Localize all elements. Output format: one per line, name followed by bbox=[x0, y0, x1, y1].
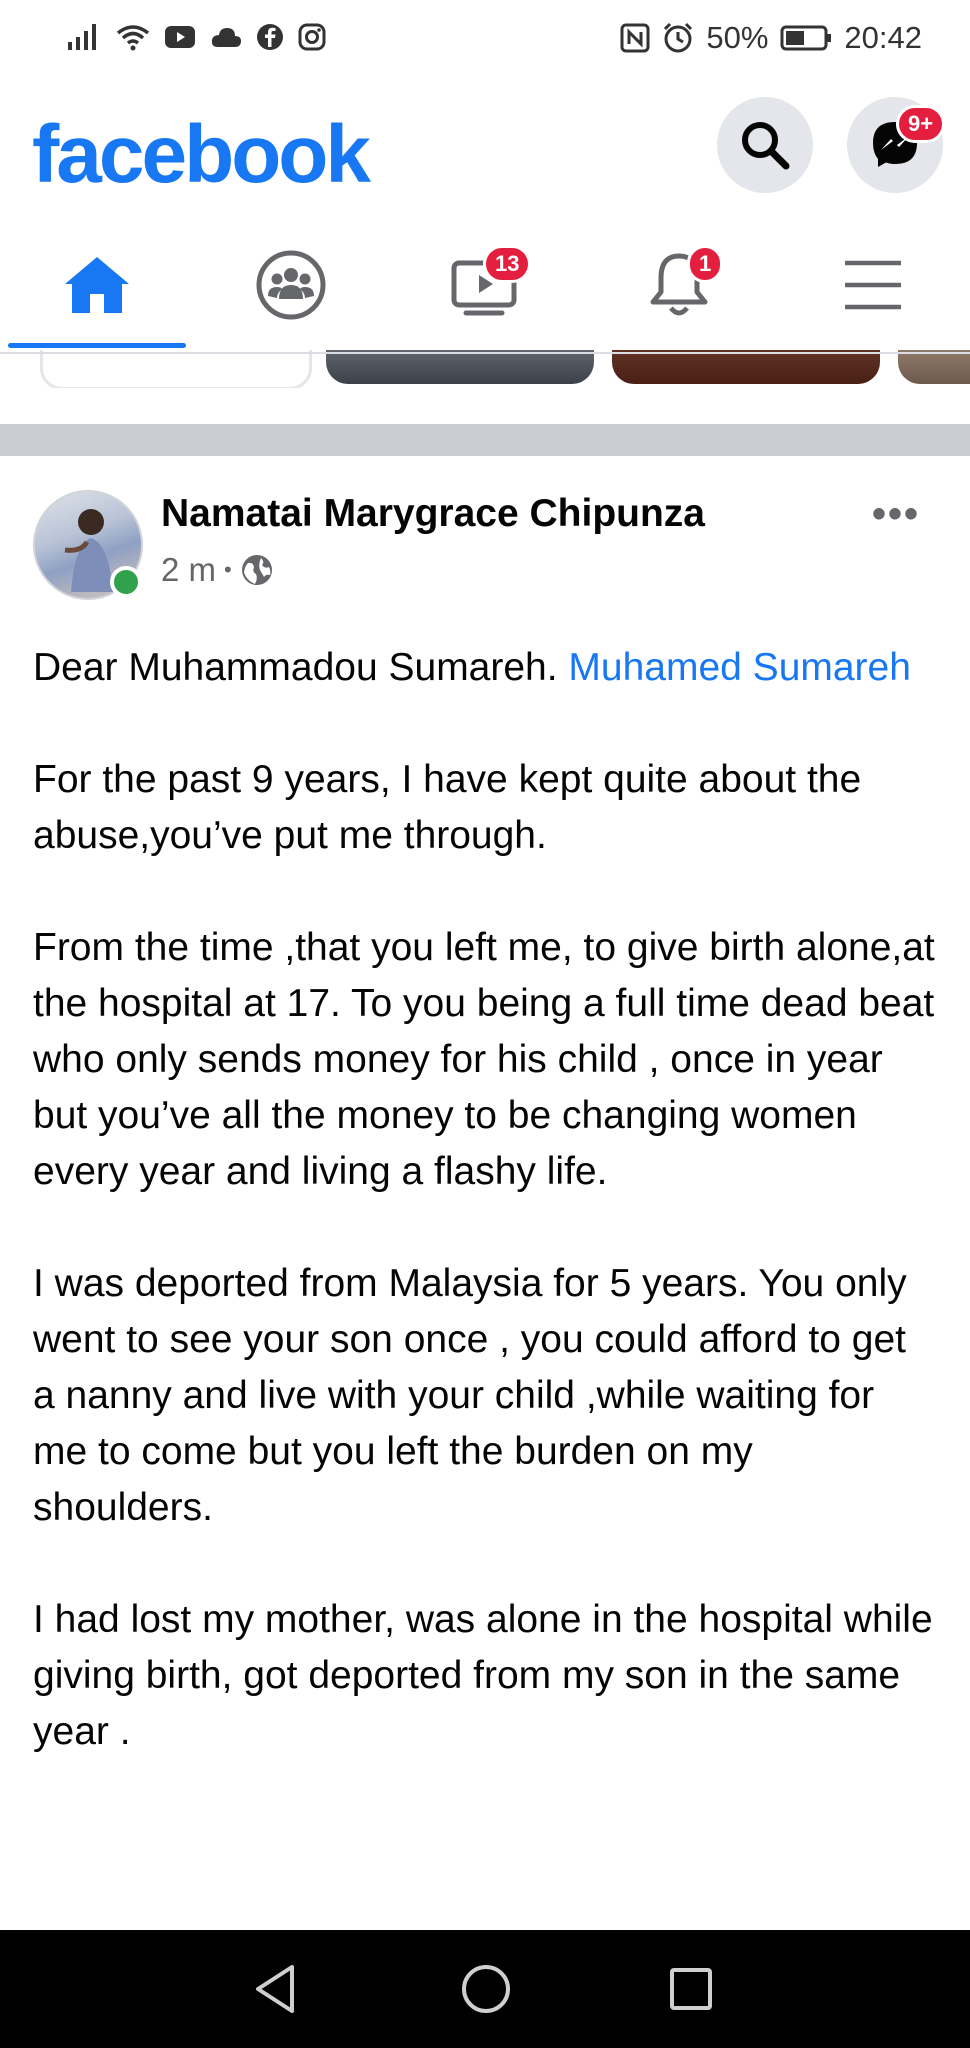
clock: 20:42 bbox=[844, 20, 922, 55]
tab-watch[interactable] bbox=[388, 225, 582, 345]
alarm-icon bbox=[664, 22, 693, 53]
facebook-logo[interactable]: facebook bbox=[32, 108, 371, 202]
post-body: Dear Muhammadou Sumareh. Muhamed Sumareh… bbox=[33, 640, 938, 1816]
home-icon bbox=[65, 257, 129, 313]
story-card[interactable] bbox=[898, 350, 970, 384]
search-button[interactable] bbox=[717, 97, 813, 193]
mention-link[interactable]: Muhamed Sumareh bbox=[568, 646, 911, 689]
facebook-icon bbox=[257, 24, 283, 50]
meta-separator: • bbox=[224, 557, 232, 582]
status-bar: 50% 20:42 bbox=[0, 0, 970, 82]
active-tab-indicator bbox=[8, 343, 186, 348]
globe-icon bbox=[241, 555, 272, 585]
battery-percent: 50% bbox=[706, 20, 769, 55]
battery-icon bbox=[780, 25, 832, 51]
post-paragraph: From the time ,that you left me, to give… bbox=[33, 926, 935, 1193]
post-paragraph: I was deported from Malaysia for 5 years… bbox=[33, 1262, 907, 1529]
post-author[interactable]: Namatai Marygrace Chipunza bbox=[161, 492, 705, 536]
wifi-icon bbox=[116, 25, 150, 51]
tab-groups[interactable] bbox=[194, 225, 388, 345]
post-greeting: Dear Muhammadou Sumareh. bbox=[33, 646, 569, 689]
post-meta: 2 m • bbox=[161, 551, 274, 589]
post-paragraph: Dear Muhammadou Sumareh. Muhamed Sumareh bbox=[33, 640, 938, 696]
more-options-button[interactable]: ••• bbox=[872, 492, 920, 537]
online-status-dot bbox=[110, 566, 142, 598]
back-icon[interactable] bbox=[250, 1962, 300, 2016]
tab-home[interactable] bbox=[0, 225, 194, 345]
hamburger-icon bbox=[845, 260, 901, 310]
story-card[interactable] bbox=[612, 350, 880, 384]
post-paragraph: For the past 9 years, I have kept quite … bbox=[33, 758, 862, 857]
groups-icon bbox=[256, 250, 326, 320]
stories-strip[interactable] bbox=[0, 350, 970, 388]
status-icons-right: 50% 20:42 bbox=[620, 20, 922, 56]
feed-separator bbox=[0, 424, 970, 456]
status-icons-left bbox=[66, 22, 326, 52]
tab-menu[interactable] bbox=[776, 225, 970, 345]
post-time[interactable]: 2 m bbox=[161, 551, 216, 589]
divider bbox=[0, 352, 970, 354]
cloud-icon bbox=[211, 28, 241, 47]
tab-notifications[interactable] bbox=[582, 225, 776, 345]
system-navigation-bar bbox=[0, 1930, 970, 2048]
create-story-card[interactable] bbox=[40, 350, 312, 388]
main-nav bbox=[0, 225, 970, 350]
nfc-icon bbox=[620, 23, 650, 53]
youtube-icon bbox=[165, 26, 195, 48]
instagram-icon bbox=[298, 23, 326, 51]
search-icon bbox=[742, 122, 790, 170]
post-paragraph: I had lost my mother, was alone in the h… bbox=[33, 1598, 933, 1753]
notifications-badge: 1 bbox=[687, 245, 724, 283]
signal-icon bbox=[68, 24, 96, 50]
story-card[interactable] bbox=[326, 350, 594, 384]
watch-badge: 13 bbox=[483, 245, 532, 283]
messenger-badge: 9+ bbox=[896, 105, 946, 143]
recents-icon[interactable] bbox=[668, 1966, 714, 2012]
home-circle-icon[interactable] bbox=[460, 1963, 512, 2015]
